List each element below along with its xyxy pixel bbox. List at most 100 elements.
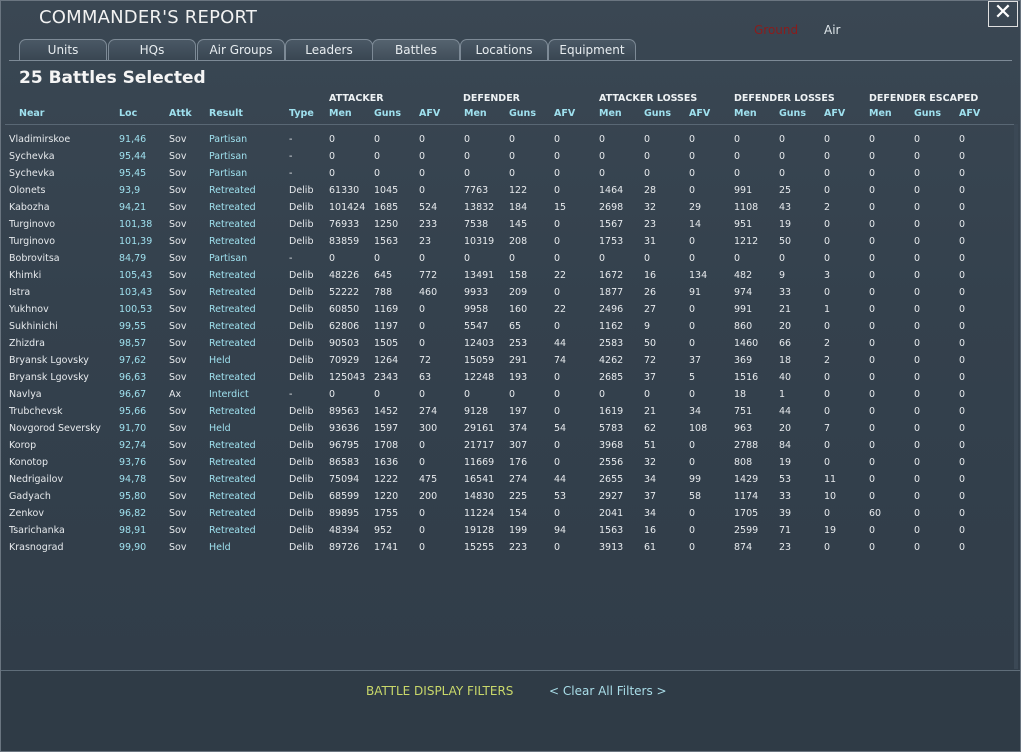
column-header-result[interactable]: Result — [209, 108, 243, 119]
tab-air-groups[interactable]: Air Groups — [197, 39, 285, 60]
cell-attacker-losses-afv: 0 — [689, 304, 696, 315]
cell-attk: Sov — [169, 321, 187, 332]
cell-near[interactable]: Konotop — [9, 457, 48, 468]
column-header-attacker-losses-guns[interactable]: Guns — [644, 108, 671, 119]
cell-type: - — [289, 168, 293, 179]
cell-defender-escaped-afv: 0 — [959, 185, 966, 196]
cell-near[interactable]: Novgorod Seversky — [9, 423, 101, 434]
table-row[interactable]: Gadyach 95,80 Sov Retreated Delib 68599 1220 20… — [1, 491, 1001, 508]
cell-near[interactable]: Bryansk Lgovsky — [9, 372, 89, 383]
column-header-attacker-men[interactable]: Men — [329, 108, 352, 119]
column-header-defender-losses-men[interactable]: Men — [734, 108, 757, 119]
cell-near[interactable]: Sukhinichi — [9, 321, 58, 332]
cell-near[interactable]: Sychevka — [9, 168, 55, 179]
table-row[interactable]: Bryansk Lgovsky 97,62 Sov Held Delib 70929 126… — [1, 355, 1001, 372]
tab-equipment[interactable]: Equipment — [548, 39, 636, 60]
column-header-near[interactable]: Near — [19, 108, 45, 119]
column-header-defender-escaped-guns[interactable]: Guns — [914, 108, 941, 119]
cell-near[interactable]: Gadyach — [9, 491, 51, 502]
tab-units[interactable]: Units — [19, 39, 107, 60]
table-row[interactable]: Nedrigailov 94,78 Sov Retreated Delib 75094 12… — [1, 474, 1001, 491]
table-row[interactable]: Sychevka 95,44 Sov Partisan - 0 0 0 0 0 0 0 0 0 0 0 0 0 0 0 — [1, 151, 1001, 168]
cell-near[interactable]: Zhizdra — [9, 338, 45, 349]
tab-leaders[interactable]: Leaders — [285, 39, 373, 60]
cell-defender-losses-afv: 0 — [824, 236, 831, 247]
cell-near[interactable]: Turginovo — [9, 236, 55, 247]
column-header-defender-losses-guns[interactable]: Guns — [779, 108, 806, 119]
table-row[interactable]: Khimki 105,43 Sov Retreated Delib 48226 645 772… — [1, 270, 1001, 287]
column-header-defender-escaped-afv[interactable]: AFV — [959, 108, 980, 119]
table-row[interactable]: Sukhinichi 99,55 Sov Retreated Delib 62806 119… — [1, 321, 1001, 338]
table-row[interactable]: Korop 92,74 Sov Retreated Delib 96795 1708 0 217… — [1, 440, 1001, 457]
table-row[interactable]: Sychevka 95,45 Sov Partisan - 0 0 0 0 0 0 0 0 0 0 0 0 0 0 0 — [1, 168, 1001, 185]
table-row[interactable]: Bryansk Lgovsky 96,63 Sov Retreated Delib 125… — [1, 372, 1001, 389]
column-header-defender-afv[interactable]: AFV — [554, 108, 575, 119]
cell-defender-men: 11669 — [464, 457, 495, 468]
cell-near[interactable]: Khimki — [9, 270, 41, 281]
column-header-defender-escaped-men[interactable]: Men — [869, 108, 892, 119]
table-row[interactable]: Yukhnov 100,53 Sov Retreated Delib 60850 1169 0… — [1, 304, 1001, 321]
cell-defender-escaped-afv: 0 — [959, 338, 966, 349]
battle-display-filters-button[interactable]: BATTLE DISPLAY FILTERS — [366, 684, 513, 698]
table-row[interactable]: Trubchevsk 95,66 Sov Retreated Delib 89563 145… — [1, 406, 1001, 423]
column-header-defender-guns[interactable]: Guns — [509, 108, 536, 119]
mode-air-toggle[interactable]: Air — [824, 23, 840, 37]
cell-defender-losses-men: 369 — [734, 355, 753, 366]
table-row[interactable]: Navlya 96,67 Ax Interdict - 0 0 0 0 0 0 0 0 0 18 1 0 0 0 0 — [1, 389, 1001, 406]
table-row[interactable]: Zhizdra 98,57 Sov Retreated Delib 90503 1505 0 1… — [1, 338, 1001, 355]
scrollbar[interactable] — [1014, 124, 1018, 669]
cell-near[interactable]: Istra — [9, 287, 30, 298]
cell-defender-losses-guns: 25 — [779, 185, 792, 196]
cell-defender-losses-afv: 0 — [824, 508, 831, 519]
mode-ground-toggle[interactable]: Ground — [754, 23, 798, 37]
column-header-loc[interactable]: Loc — [119, 108, 137, 119]
cell-near[interactable]: Olonets — [9, 185, 45, 196]
column-header-attacker-losses-men[interactable]: Men — [599, 108, 622, 119]
close-icon[interactable]: ✕ — [988, 1, 1018, 27]
cell-near[interactable]: Yukhnov — [9, 304, 49, 315]
cell-attacker-losses-guns: 21 — [644, 406, 657, 417]
table-row[interactable]: Vladimirskoe 91,46 Sov Partisan - 0 0 0 0 0 0 0 0 0 0 0… — [1, 134, 1001, 151]
table-row[interactable]: Novgorod Seversky 91,70 Sov Held Delib 93636 1… — [1, 423, 1001, 440]
cell-near[interactable]: Tsarichanka — [9, 525, 65, 536]
table-row[interactable]: Bobrovitsa 84,79 Sov Partisan - 0 0 0 0 0 0 0 0 0 0 0 0 0… — [1, 253, 1001, 270]
cell-near[interactable]: Turginovo — [9, 219, 55, 230]
column-header-attacker-losses-afv[interactable]: AFV — [689, 108, 710, 119]
cell-near[interactable]: Krasnograd — [9, 542, 64, 553]
column-header-attacker-afv[interactable]: AFV — [419, 108, 440, 119]
table-row[interactable]: Kabozha 94,21 Sov Retreated Delib 101424 1685 5… — [1, 202, 1001, 219]
cell-defender-escaped-guns: 0 — [914, 202, 921, 213]
cell-defender-losses-men: 0 — [734, 151, 741, 162]
cell-near[interactable]: Sychevka — [9, 151, 55, 162]
cell-near[interactable]: Bobrovitsa — [9, 253, 60, 264]
column-header-defender-losses-afv[interactable]: AFV — [824, 108, 845, 119]
table-row[interactable]: Zenkov 96,82 Sov Retreated Delib 89895 1755 0 11… — [1, 508, 1001, 525]
table-row[interactable]: Tsarichanka 98,91 Sov Retreated Delib 48394 95… — [1, 525, 1001, 542]
table-row[interactable]: Krasnograd 99,90 Sov Held Delib 89726 1741 0 152… — [1, 542, 1001, 559]
cell-near[interactable]: Bryansk Lgovsky — [9, 355, 89, 366]
cell-loc: 98,91 — [119, 525, 147, 536]
tab-locations[interactable]: Locations — [460, 39, 548, 60]
tab-hqs[interactable]: HQs — [108, 39, 196, 60]
table-row[interactable]: Olonets 93,9 Sov Retreated Delib 61330 1045 0 77… — [1, 185, 1001, 202]
table-row[interactable]: Turginovo 101,38 Sov Retreated Delib 76933 125… — [1, 219, 1001, 236]
cell-near[interactable]: Navlya — [9, 389, 42, 400]
column-header-attk[interactable]: Attk — [169, 108, 192, 119]
table-row[interactable]: Turginovo 101,39 Sov Retreated Delib 83859 156… — [1, 236, 1001, 253]
cell-near[interactable]: Trubchevsk — [9, 406, 63, 417]
column-header-attacker-guns[interactable]: Guns — [374, 108, 401, 119]
cell-defender-guns: 154 — [509, 508, 528, 519]
table-row[interactable]: Istra 103,43 Sov Retreated Delib 52222 788 460 9… — [1, 287, 1001, 304]
cell-near[interactable]: Vladimirskoe — [9, 134, 70, 145]
clear-all-filters-link[interactable]: < Clear All Filters > — [549, 684, 667, 698]
column-header-type[interactable]: Type — [289, 108, 314, 119]
cell-attk: Sov — [169, 134, 187, 145]
column-header-defender-men[interactable]: Men — [464, 108, 487, 119]
tab-battles[interactable]: Battles — [372, 39, 460, 61]
cell-near[interactable]: Zenkov — [9, 508, 44, 519]
cell-near[interactable]: Kabozha — [9, 202, 50, 213]
table-row[interactable]: Konotop 93,76 Sov Retreated Delib 86583 1636 0 1… — [1, 457, 1001, 474]
cell-type: Delib — [289, 338, 314, 349]
cell-near[interactable]: Nedrigailov — [9, 474, 63, 485]
cell-near[interactable]: Korop — [9, 440, 36, 451]
